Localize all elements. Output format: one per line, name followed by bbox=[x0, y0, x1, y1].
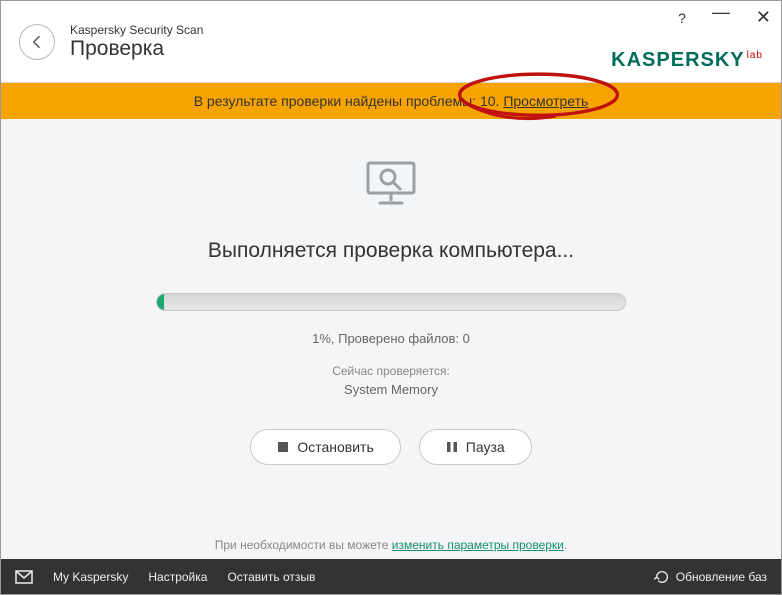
close-button[interactable]: ✕ bbox=[756, 7, 771, 28]
current-scan-item: System Memory bbox=[344, 382, 438, 397]
pause-icon bbox=[446, 441, 458, 453]
scan-monitor-icon bbox=[364, 159, 418, 214]
update-db-button[interactable]: Обновление баз bbox=[654, 569, 767, 585]
main-panel: Выполняется проверка компьютера... 1%, П… bbox=[1, 119, 781, 566]
alert-view-link[interactable]: Просмотреть bbox=[503, 93, 588, 109]
minimize-button[interactable]: — bbox=[712, 2, 730, 23]
app-name: Kaspersky Security Scan bbox=[70, 23, 203, 37]
alert-count: 10 bbox=[480, 93, 496, 109]
stop-button[interactable]: Остановить bbox=[250, 429, 400, 465]
page-title: Проверка bbox=[70, 37, 203, 61]
stop-icon bbox=[277, 441, 289, 453]
current-scan-label: Сейчас проверяется: bbox=[332, 364, 450, 378]
alert-bar: В результате проверки найдены проблемы: … bbox=[1, 83, 781, 119]
mail-icon[interactable] bbox=[15, 570, 33, 584]
progress-fill bbox=[157, 294, 164, 310]
refresh-icon bbox=[654, 569, 670, 585]
update-db-label: Обновление баз bbox=[676, 570, 767, 584]
footer-note: При необходимости вы можете изменить пар… bbox=[215, 538, 567, 552]
progress-bar bbox=[156, 293, 626, 311]
bottom-bar: My Kaspersky Настройка Оставить отзыв Об… bbox=[1, 559, 781, 594]
feedback-link[interactable]: Оставить отзыв bbox=[227, 570, 315, 584]
help-button[interactable]: ? bbox=[678, 10, 686, 26]
brand-logo: KASPERSKYlab bbox=[611, 49, 763, 72]
alert-text: В результате проверки найдены проблемы: bbox=[194, 93, 480, 109]
back-button[interactable] bbox=[19, 24, 55, 60]
progress-text: 1%, Проверено файлов: 0 bbox=[312, 331, 470, 346]
my-kaspersky-link[interactable]: My Kaspersky bbox=[53, 570, 128, 584]
title-bar: Kaspersky Security Scan Проверка ? — ✕ K… bbox=[1, 1, 781, 83]
scan-status-text: Выполняется проверка компьютера... bbox=[208, 239, 574, 263]
change-settings-link[interactable]: изменить параметры проверки bbox=[392, 538, 564, 552]
settings-link[interactable]: Настройка bbox=[148, 570, 207, 584]
stop-button-label: Остановить bbox=[297, 439, 373, 455]
pause-button[interactable]: Пауза bbox=[419, 429, 532, 465]
arrow-left-icon bbox=[29, 34, 45, 50]
pause-button-label: Пауза bbox=[466, 439, 505, 455]
